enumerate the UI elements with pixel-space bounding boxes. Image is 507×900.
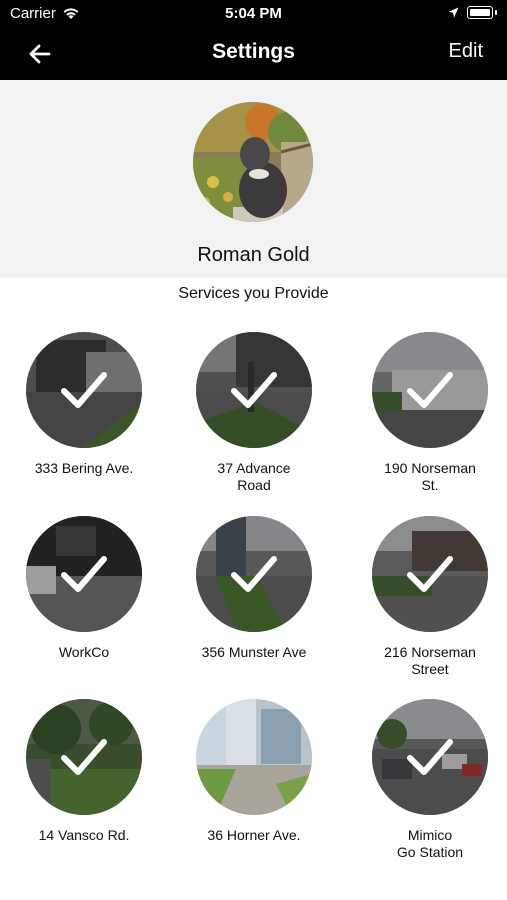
- checkmark-icon: [61, 739, 107, 775]
- checkmark-icon: [407, 556, 453, 592]
- status-right: [448, 6, 497, 19]
- service-label: 36 Horner Ave.: [207, 827, 301, 843]
- service-photo: [196, 332, 312, 448]
- profile-section: Roman Gold: [0, 80, 507, 278]
- avatar[interactable]: [193, 102, 313, 222]
- checkmark-icon: [61, 556, 107, 592]
- service-tile[interactable]: 356 Munster Ave: [170, 516, 338, 686]
- nav-bar: Settings Edit: [0, 28, 507, 80]
- service-label: WorkCo: [58, 644, 110, 660]
- location-arrow-icon: [448, 7, 459, 18]
- service-label: 216 Norseman Street: [384, 644, 476, 677]
- service-tile[interactable]: WorkCo: [0, 516, 168, 686]
- service-label: 333 Bering Ave.: [34, 460, 134, 476]
- service-photo: [26, 332, 142, 448]
- service-tile[interactable]: 14 Vansco Rd.: [0, 699, 168, 869]
- service-label: 356 Munster Ave: [201, 644, 307, 660]
- service-photo: [196, 699, 312, 815]
- service-label: Mimico Go Station: [396, 827, 464, 860]
- service-photo: [372, 332, 488, 448]
- service-label: 14 Vansco Rd.: [38, 827, 130, 843]
- checkmark-icon: [231, 556, 277, 592]
- battery-tip: [495, 10, 497, 15]
- edit-button[interactable]: Edit: [449, 40, 483, 63]
- service-label: 37 Advance Road: [217, 460, 291, 493]
- services-heading: Services you Provide: [178, 285, 329, 302]
- service-tile[interactable]: 36 Horner Ave.: [170, 699, 338, 869]
- checkmark-icon: [231, 372, 277, 408]
- status-bar: Carrier 5:04 PM: [0, 0, 507, 28]
- service-tile[interactable]: 216 Norseman Street: [346, 516, 507, 686]
- service-photo: [196, 516, 312, 632]
- service-tile[interactable]: 37 Advance Road: [170, 332, 338, 502]
- service-label: 190 Norseman St.: [384, 460, 476, 493]
- status-time: 5:04 PM: [225, 5, 282, 22]
- service-tile[interactable]: 190 Norseman St.: [346, 332, 507, 502]
- service-tile[interactable]: 333 Bering Ave.: [0, 332, 168, 502]
- profile-name: Roman Gold: [197, 244, 310, 266]
- checkmark-icon: [407, 739, 453, 775]
- service-photo: [26, 516, 142, 632]
- service-tile[interactable]: Mimico Go Station: [346, 699, 507, 869]
- battery-icon: [467, 6, 493, 19]
- page-title: Settings: [212, 40, 295, 63]
- checkmark-icon: [61, 372, 107, 408]
- avatar-photo: [193, 102, 313, 222]
- service-photo: [26, 699, 142, 815]
- street-photo: [196, 699, 312, 815]
- service-photo: [372, 699, 488, 815]
- checkmark-icon: [407, 372, 453, 408]
- service-photo: [372, 516, 488, 632]
